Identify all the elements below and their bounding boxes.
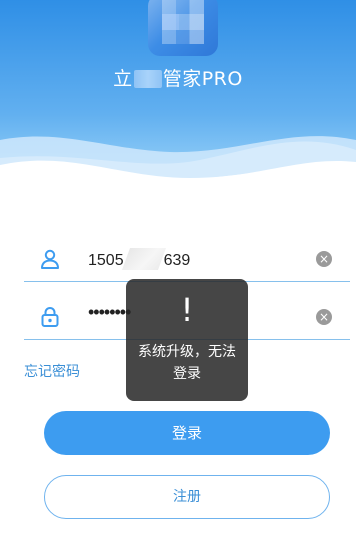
app-title-suffix: 管家PRO xyxy=(162,68,243,90)
clear-phone-icon[interactable]: × xyxy=(316,251,332,267)
phone-value-suffix: 639 xyxy=(163,252,191,269)
toast-message: 系统升级，无法登录 xyxy=(138,344,236,382)
app-title-redaction xyxy=(133,70,162,88)
register-button[interactable]: 注册 xyxy=(44,475,330,519)
app-logo-icon xyxy=(148,0,218,56)
warning-icon: ! xyxy=(180,291,194,329)
user-icon xyxy=(41,249,59,269)
logo-mosaic-band xyxy=(162,14,204,30)
error-toast: ! 系统升级，无法登录 xyxy=(126,279,248,401)
header-banner: 立 管家PRO xyxy=(0,0,356,200)
forgot-password-link[interactable]: 忘记密码 xyxy=(24,361,80,381)
phone-value[interactable]: 1505 639 xyxy=(88,248,190,270)
app-title-prefix: 立 xyxy=(113,68,133,90)
lock-icon xyxy=(41,306,59,327)
phone-field[interactable]: 1505 639 × xyxy=(24,236,350,282)
app-title: 立 管家PRO xyxy=(0,64,356,91)
login-screen: 立 管家PRO 1505 639 × •••••••• × 忘记密码 登录 注册 !… xyxy=(0,0,356,540)
phone-value-prefix: 1505 xyxy=(88,252,124,269)
password-value[interactable]: •••••••• xyxy=(88,302,131,323)
login-button[interactable]: 登录 xyxy=(44,411,330,455)
clear-password-icon[interactable]: × xyxy=(316,309,332,325)
phone-redaction xyxy=(121,248,166,270)
